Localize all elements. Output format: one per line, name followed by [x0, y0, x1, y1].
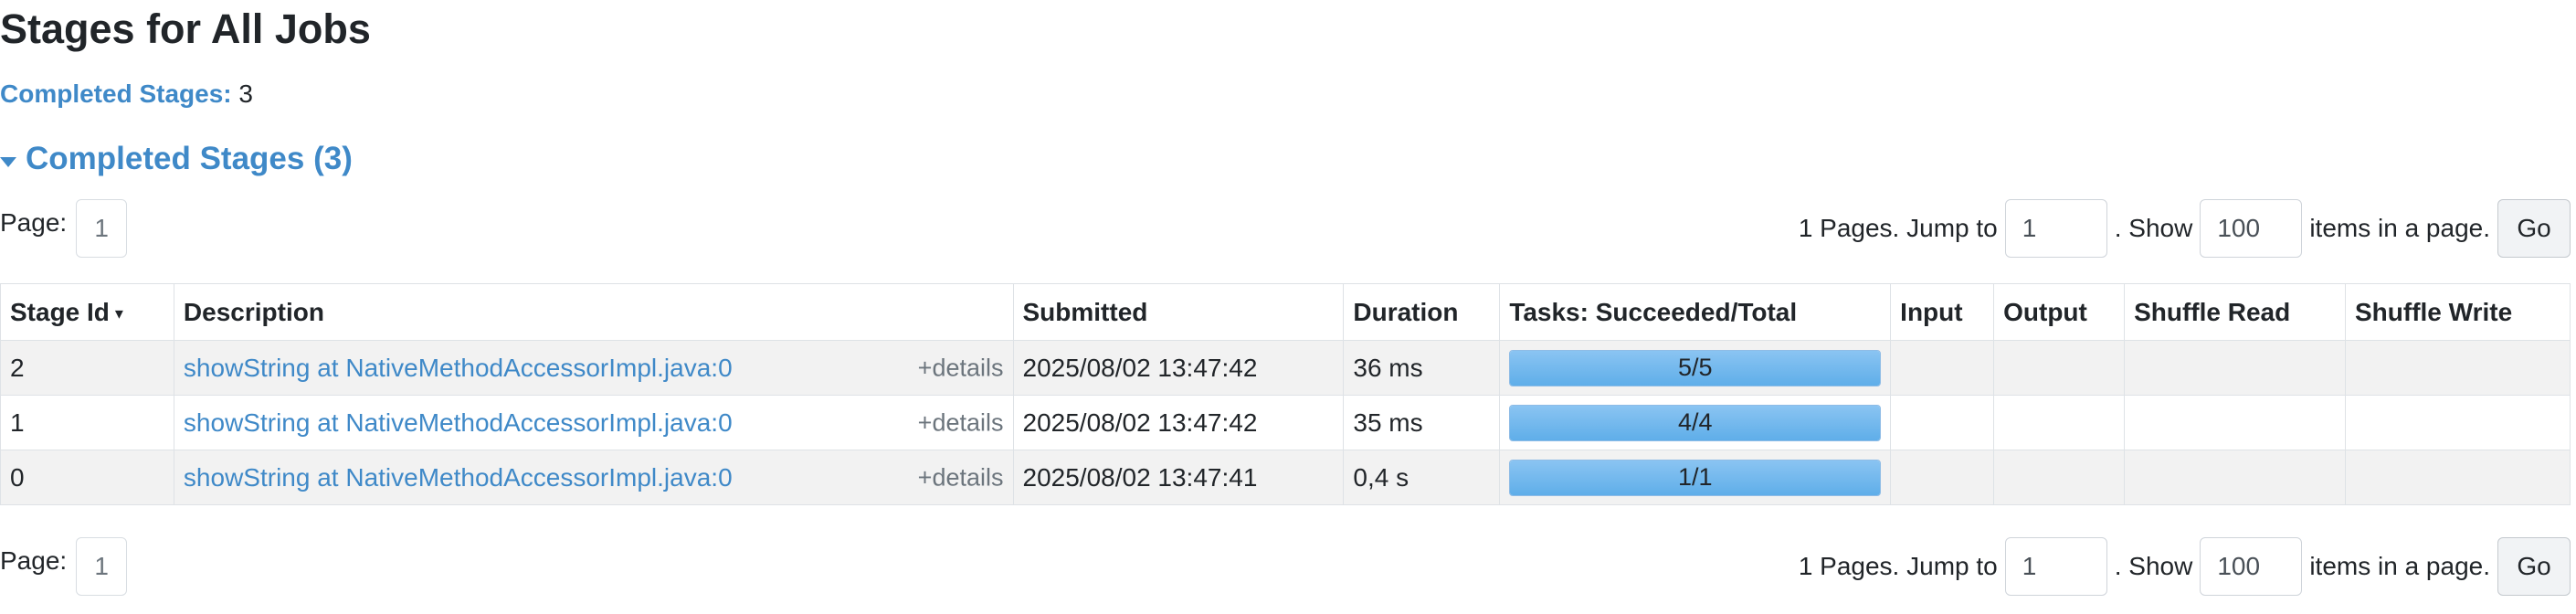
page-size-input[interactable] [2200, 199, 2303, 258]
items-text: items in a page. [2309, 552, 2490, 580]
sort-desc-icon: ▾ [114, 303, 123, 323]
jump-to-page-input[interactable] [2004, 537, 2107, 596]
completed-stages-link[interactable]: Completed Stages: [0, 79, 232, 108]
tasks-cell: 1/1 [1499, 450, 1892, 505]
completed-stages-count: 3 [238, 79, 253, 108]
shuffle-read-cell [2124, 450, 2346, 505]
table-header-row: Stage Id ▾ Description Submitted Duration… [0, 283, 2571, 341]
shuffle-write-cell [2345, 340, 2571, 396]
output-cell [1993, 395, 2126, 450]
pages-text: 1 Pages. Jump to [1798, 214, 1998, 242]
input-cell [1890, 395, 1995, 450]
tasks-cell: 5/5 [1499, 340, 1892, 396]
section-title: Completed Stages (3) [26, 141, 353, 176]
column-header-output[interactable]: Output [1993, 283, 2126, 341]
page-title: Stages for All Jobs [0, 5, 371, 52]
input-cell [1890, 340, 1995, 396]
submitted-cell: 2025/08/02 13:47:42 [1012, 340, 1345, 396]
page-size-input[interactable] [2200, 537, 2303, 596]
tasks-progress-bar: 5/5 [1509, 349, 1882, 386]
output-cell [1993, 450, 2126, 505]
page-indicator: Page: 1 [0, 196, 128, 261]
tasks-progress-bar: 1/1 [1509, 459, 1882, 496]
show-text: . Show [2114, 552, 2193, 580]
details-toggle[interactable]: +details [918, 354, 1004, 382]
table-row: 0 showString at NativeMethodAccessorImpl… [0, 450, 2571, 505]
go-button[interactable]: Go [2497, 199, 2571, 258]
page-jump-controls: 1 Pages. Jump to . Show items in a page.… [1799, 196, 2571, 261]
pagination-bottom: Page: 1 1 Pages. Jump to . Show items in… [0, 534, 2576, 599]
shuffle-write-cell [2345, 450, 2571, 505]
page-jump-controls: 1 Pages. Jump to . Show items in a page.… [1799, 534, 2571, 599]
submitted-cell: 2025/08/02 13:47:42 [1012, 395, 1345, 450]
column-header-duration[interactable]: Duration [1343, 283, 1501, 341]
description-cell: showString at NativeMethodAccessorImpl.j… [173, 450, 1014, 505]
column-header-shuffle-write[interactable]: Shuffle Write [2345, 283, 2571, 341]
column-header-submitted[interactable]: Submitted [1012, 283, 1345, 341]
page-indicator: Page: 1 [0, 534, 128, 599]
duration-cell: 0,4 s [1343, 450, 1501, 505]
stages-table: Stage Id ▾ Description Submitted Duration… [0, 283, 2571, 505]
stage-description-link[interactable]: showString at NativeMethodAccessorImpl.j… [184, 463, 733, 492]
jump-to-page-input[interactable] [2004, 199, 2107, 258]
caret-down-icon [0, 156, 16, 167]
progress-label: 5/5 [1677, 354, 1713, 381]
go-button[interactable]: Go [2497, 537, 2571, 596]
details-toggle[interactable]: +details [918, 463, 1004, 492]
page-number-button[interactable]: 1 [76, 199, 128, 258]
duration-cell: 35 ms [1343, 395, 1501, 450]
stage-description-link[interactable]: showString at NativeMethodAccessorImpl.j… [184, 354, 733, 382]
description-cell: showString at NativeMethodAccessorImpl.j… [173, 395, 1014, 450]
progress-label: 1/1 [1677, 463, 1713, 491]
table-row: 1 showString at NativeMethodAccessorImpl… [0, 395, 2571, 450]
shuffle-write-cell [2345, 395, 2571, 450]
details-toggle[interactable]: +details [918, 408, 1004, 437]
tasks-progress-bar: 4/4 [1509, 404, 1882, 441]
table-row: 2 showString at NativeMethodAccessorImpl… [0, 340, 2571, 396]
column-header-tasks[interactable]: Tasks: Succeeded/Total [1499, 283, 1892, 341]
output-cell [1993, 340, 2126, 396]
column-header-input[interactable]: Input [1890, 283, 1995, 341]
tasks-cell: 4/4 [1499, 395, 1892, 450]
pages-text: 1 Pages. Jump to [1798, 552, 1998, 580]
show-text: . Show [2114, 214, 2193, 242]
stage-description-link[interactable]: showString at NativeMethodAccessorImpl.j… [184, 408, 733, 437]
items-text: items in a page. [2309, 214, 2490, 242]
shuffle-read-cell [2124, 395, 2346, 450]
page-number-button[interactable]: 1 [76, 537, 128, 596]
page-label: Page: [0, 208, 68, 237]
column-header-stage-id[interactable]: Stage Id ▾ [0, 283, 174, 341]
column-header-description[interactable]: Description [173, 283, 1014, 341]
progress-label: 4/4 [1677, 408, 1713, 436]
pagination-top: Page: 1 1 Pages. Jump to . Show items in… [0, 196, 2576, 261]
completed-stages-toggle[interactable]: Completed Stages (3) [0, 135, 353, 183]
page-label: Page: [0, 546, 68, 575]
input-cell [1890, 450, 1995, 505]
column-header-shuffle-read[interactable]: Shuffle Read [2124, 283, 2346, 341]
completed-stages-summary: Completed Stages: 3 [0, 73, 253, 115]
duration-cell: 36 ms [1343, 340, 1501, 396]
stage-id-cell: 1 [0, 395, 174, 450]
stage-id-cell: 0 [0, 450, 174, 505]
submitted-cell: 2025/08/02 13:47:41 [1012, 450, 1345, 505]
description-cell: showString at NativeMethodAccessorImpl.j… [173, 340, 1014, 396]
stage-id-cell: 2 [0, 340, 174, 396]
shuffle-read-cell [2124, 340, 2346, 396]
